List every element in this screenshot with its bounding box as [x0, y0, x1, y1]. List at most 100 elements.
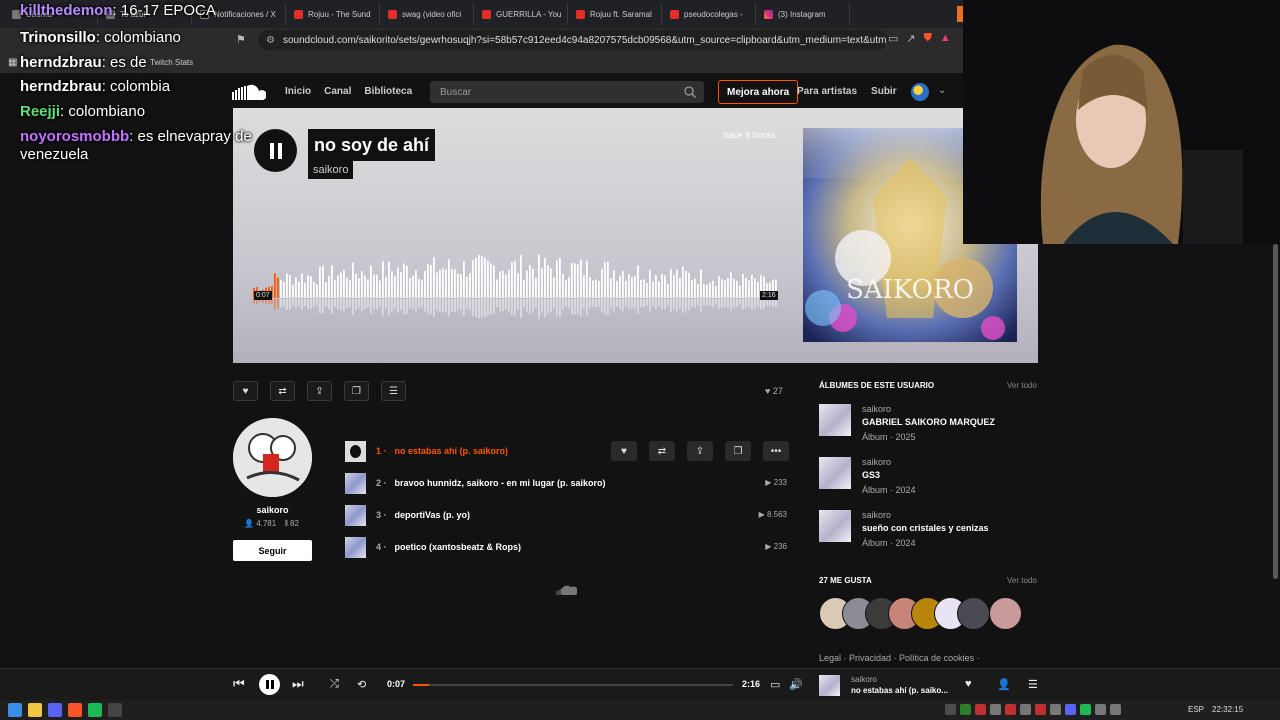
repeat-icon[interactable]: ⟲: [357, 678, 366, 691]
copy-link-button[interactable]: ❐: [344, 381, 369, 401]
artist-avatar[interactable]: [233, 418, 312, 497]
tray-icon[interactable]: [945, 704, 956, 715]
obs-icon[interactable]: [108, 703, 122, 717]
nav-canal[interactable]: Canal: [324, 86, 351, 97]
url-field[interactable]: ⚙ soundcloud.com/saikorito/sets/gewrhosu…: [258, 30, 888, 50]
legal-links[interactable]: Legal · Privacidad · Política de cookies…: [819, 653, 980, 663]
browser-tab[interactable]: pseudocolegas -: [664, 3, 756, 25]
rewards-icon[interactable]: ▲: [940, 32, 951, 45]
track-like-button[interactable]: ♥: [611, 441, 637, 461]
album-cover[interactable]: [819, 404, 851, 436]
album-cover[interactable]: [819, 457, 851, 489]
tray-icon[interactable]: [1110, 704, 1121, 715]
clock[interactable]: 22:32:15: [1212, 705, 1243, 714]
share-button[interactable]: ⇪: [307, 381, 332, 401]
browser-tab[interactable]: GUERRILLA - You: [476, 3, 568, 25]
album-item[interactable]: saikoro sueño con cristales y cenizas Ál…: [819, 510, 1039, 550]
browser-tab[interactable]: Rojuu - The Sund: [288, 3, 380, 25]
track-row[interactable]: 4 · poetico (xantosbeatz & Rops) ▶ 236: [345, 536, 790, 558]
shuffle-icon[interactable]: ⤮: [330, 678, 339, 691]
waveform[interactable]: [253, 253, 778, 323]
player-track-thumb[interactable]: [819, 675, 840, 696]
site-info-icon[interactable]: ⚙: [266, 35, 275, 46]
player-progress-bar[interactable]: [413, 684, 733, 686]
tray-icon[interactable]: [960, 704, 971, 715]
track-thumb[interactable]: [345, 472, 366, 494]
brave-icon[interactable]: [68, 703, 82, 717]
tray-icon[interactable]: [975, 704, 986, 715]
browser-tab[interactable]: Rojuu ft. Saramal: [570, 3, 662, 25]
track-title[interactable]: bravoo hunnidz, saikoro - en mi lugar (p…: [395, 478, 606, 488]
liker-avatar[interactable]: [989, 597, 1022, 630]
nav-biblioteca[interactable]: Biblioteca: [364, 86, 412, 97]
album-item[interactable]: saikoro GS3 Álbum · 2024: [819, 457, 1039, 497]
album-artist[interactable]: saikoro: [862, 510, 891, 520]
heart-icon[interactable]: ♥: [965, 678, 972, 690]
scrollbar-handle[interactable]: [1273, 244, 1278, 579]
spotify-icon[interactable]: [88, 703, 102, 717]
tray-icon[interactable]: [1035, 704, 1046, 715]
pause-button[interactable]: [254, 129, 297, 172]
track-title[interactable]: deportiVas (p. yo): [395, 510, 471, 520]
track-copy-button[interactable]: ❐: [725, 441, 751, 461]
browser-tab[interactable]: swag (video ofici: [382, 3, 474, 25]
browser-tab[interactable]: Notificaciones / X: [194, 3, 286, 25]
upload-link[interactable]: Subir: [871, 86, 897, 97]
player-title[interactable]: no estabas ahí (p. saiko...: [851, 686, 948, 695]
followers-count[interactable]: 4.781: [256, 519, 276, 528]
player-artist[interactable]: saikoro: [851, 675, 877, 684]
search-input[interactable]: Buscar: [430, 81, 704, 103]
track-row[interactable]: 3 · deportiVas (p. yo) ▶ 8.563: [345, 504, 790, 526]
artist-name[interactable]: saikoro: [233, 505, 312, 515]
user-avatar[interactable]: [911, 83, 929, 101]
for-artists-link[interactable]: Para artistas: [797, 86, 857, 97]
keyboard-language[interactable]: ESP: [1188, 705, 1204, 714]
track-artist[interactable]: saikoro: [308, 161, 354, 179]
windows-start-icon[interactable]: [8, 703, 22, 717]
album-title[interactable]: sueño con cristales y cenizas: [862, 523, 989, 533]
album-artist[interactable]: saikoro: [862, 457, 891, 467]
tray-icon[interactable]: [990, 704, 1001, 715]
tray-icon[interactable]: [1080, 704, 1091, 715]
previous-icon[interactable]: ⏮: [233, 676, 245, 692]
tray-icon[interactable]: [1065, 704, 1076, 715]
upgrade-button[interactable]: Mejora ahora: [718, 80, 799, 104]
track-more-button[interactable]: •••: [763, 441, 789, 461]
likes-view-all[interactable]: Ver todo: [1007, 576, 1037, 585]
bookmark-twitch-stats[interactable]: Twitch Stats: [150, 58, 193, 67]
cast-icon[interactable]: ▭: [770, 678, 780, 691]
track-thumb[interactable]: [345, 536, 366, 558]
track-repost-button[interactable]: ⇄: [649, 441, 675, 461]
nav-inicio[interactable]: Inicio: [285, 86, 311, 97]
file-explorer-icon[interactable]: [28, 703, 42, 717]
albums-view-all[interactable]: Ver todo: [1007, 381, 1037, 390]
browser-tab[interactable]: Ubuntu: [6, 3, 98, 25]
track-share-button[interactable]: ⇪: [687, 441, 713, 461]
tray-icon[interactable]: [1005, 704, 1016, 715]
track-thumb[interactable]: [345, 504, 366, 526]
bookmark-icon[interactable]: ⚑: [236, 33, 246, 46]
track-row[interactable]: 2 · bravoo hunnidz, saikoro - en mi luga…: [345, 472, 790, 494]
follow-button[interactable]: Seguir: [233, 540, 312, 561]
cast-icon[interactable]: ▭: [888, 32, 898, 45]
browser-tab[interactable]: To azul -: [100, 3, 192, 25]
album-title[interactable]: GABRIEL SAIKORO MARQUEZ: [862, 417, 995, 427]
tracks-count[interactable]: 82: [290, 519, 299, 528]
follow-user-icon[interactable]: 👤: [997, 678, 1011, 691]
page-scrollbar[interactable]: [1271, 244, 1280, 668]
discord-icon[interactable]: [48, 703, 62, 717]
album-title[interactable]: GS3: [862, 470, 880, 480]
album-artist[interactable]: saikoro: [862, 404, 891, 414]
volume-icon[interactable]: 🔊: [789, 678, 803, 691]
next-icon[interactable]: ⏭: [292, 676, 304, 692]
like-button[interactable]: ♥: [233, 381, 258, 401]
player-pause-button[interactable]: [259, 674, 280, 695]
track-pause-thumb[interactable]: [345, 440, 366, 462]
soundcloud-logo[interactable]: [232, 82, 266, 102]
tray-icon[interactable]: [1020, 704, 1031, 715]
apps-icon[interactable]: ▦: [8, 57, 17, 68]
liker-avatar[interactable]: [957, 597, 990, 630]
queue-icon[interactable]: ☰: [1028, 678, 1038, 691]
album-item[interactable]: saikoro GABRIEL SAIKORO MARQUEZ Álbum · …: [819, 404, 1039, 444]
browser-tab[interactable]: (3) Instagram: [758, 3, 850, 25]
